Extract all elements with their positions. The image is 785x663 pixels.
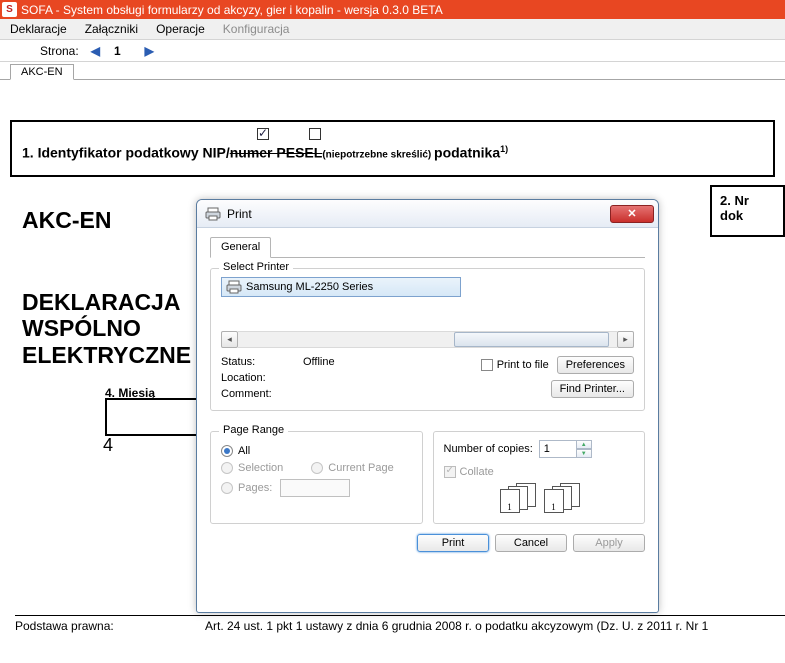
print-dialog-title-bar[interactable]: Print ✕ (197, 200, 658, 228)
page-next-icon[interactable]: ▶ (145, 44, 154, 58)
page-range-group: Page Range All Selection Current Page Pa… (210, 431, 423, 524)
legal-basis: Podstawa prawna: Art. 24 ust. 1 pkt 1 us… (15, 615, 785, 633)
comment-label: Comment: (221, 388, 303, 400)
printer-icon (205, 207, 221, 221)
radio-current-page (311, 462, 323, 474)
select-printer-group: Select Printer Samsung ML-2250 Series ◂ … (210, 268, 645, 411)
field-1-box: 1. Identyfikator podatkowy NIP/numer PES… (10, 120, 775, 177)
cancel-button[interactable]: Cancel (495, 534, 567, 552)
radio-selection (221, 462, 233, 474)
field-1-label: 1. Identyfikator podatkowy NIP/numer PES… (22, 144, 763, 161)
scroll-thumb[interactable] (454, 332, 609, 347)
status-value: Offline (303, 356, 448, 368)
pages-input (280, 479, 350, 497)
preferences-button[interactable]: Preferences (557, 356, 634, 374)
checkbox-pesel[interactable] (309, 128, 321, 140)
copies-spinner[interactable]: ▲▼ (576, 440, 592, 458)
app-icon: S (2, 2, 17, 17)
page-label: Strona: (40, 44, 79, 58)
collate-checkbox (444, 466, 456, 478)
menu-attachments[interactable]: Załączniki (85, 22, 138, 36)
radio-all-label: All (238, 445, 250, 457)
menu-operations[interactable]: Operacje (156, 22, 205, 36)
menu-declarations[interactable]: Deklaracje (10, 22, 67, 36)
collate-icon: 321 321 (500, 483, 635, 513)
printer-icon (226, 280, 242, 294)
radio-all[interactable] (221, 445, 233, 457)
page-range-label: Page Range (219, 424, 288, 436)
checkbox-nip[interactable] (257, 128, 269, 140)
radio-pages (221, 482, 233, 494)
tab-general[interactable]: General (210, 237, 271, 258)
find-printer-button[interactable]: Find Printer... (551, 380, 634, 398)
menu-bar: Deklaracje Załączniki Operacje Konfigura… (0, 19, 785, 40)
window-title: SOFA - System obsługi formularzy od akcy… (21, 3, 443, 17)
copies-group: Number of copies: ▲▼ Collate 321 321 (433, 431, 646, 524)
file-tab-bar: AKC-EN (0, 62, 785, 80)
print-button[interactable]: Print (417, 534, 489, 552)
apply-button: Apply (573, 534, 645, 552)
field-4-label: 4. Miesią (105, 386, 155, 400)
copies-label: Number of copies: (444, 443, 533, 455)
page-prev-icon[interactable]: ◀ (91, 44, 100, 58)
printer-item-samsung[interactable]: Samsung ML-2250 Series (221, 277, 461, 297)
collate-label: Collate (460, 466, 494, 478)
radio-selection-label: Selection (238, 462, 283, 474)
page-nav: Strona: ◀ 1 ▶ (0, 40, 785, 62)
location-label: Location: (221, 372, 303, 384)
file-tab-akc-en[interactable]: AKC-EN (10, 64, 74, 80)
close-button[interactable]: ✕ (610, 205, 654, 223)
scroll-left-icon[interactable]: ◂ (221, 331, 238, 348)
title-bar: S SOFA - System obsługi formularzy od ak… (0, 0, 785, 19)
status-label: Status: (221, 356, 303, 368)
field-2-box: 2. Nr dok (710, 185, 785, 237)
print-dialog-title: Print (227, 207, 252, 221)
copies-input[interactable] (539, 440, 577, 458)
scroll-right-icon[interactable]: ▸ (617, 331, 634, 348)
field-4-value: 4 (103, 435, 113, 456)
radio-pages-label: Pages: (238, 482, 272, 494)
radio-current-page-label: Current Page (328, 462, 393, 474)
select-printer-label: Select Printer (219, 261, 293, 273)
print-to-file-label: Print to file (497, 359, 549, 371)
page-number: 1 (114, 44, 121, 58)
printer-name: Samsung ML-2250 Series (246, 281, 373, 293)
print-to-file-checkbox[interactable] (481, 359, 493, 371)
menu-configuration[interactable]: Konfiguracja (223, 22, 290, 36)
print-dialog: Print ✕ General Select Printer Samsung M… (196, 199, 659, 613)
printer-list-scrollbar[interactable]: ◂ ▸ (221, 331, 634, 348)
